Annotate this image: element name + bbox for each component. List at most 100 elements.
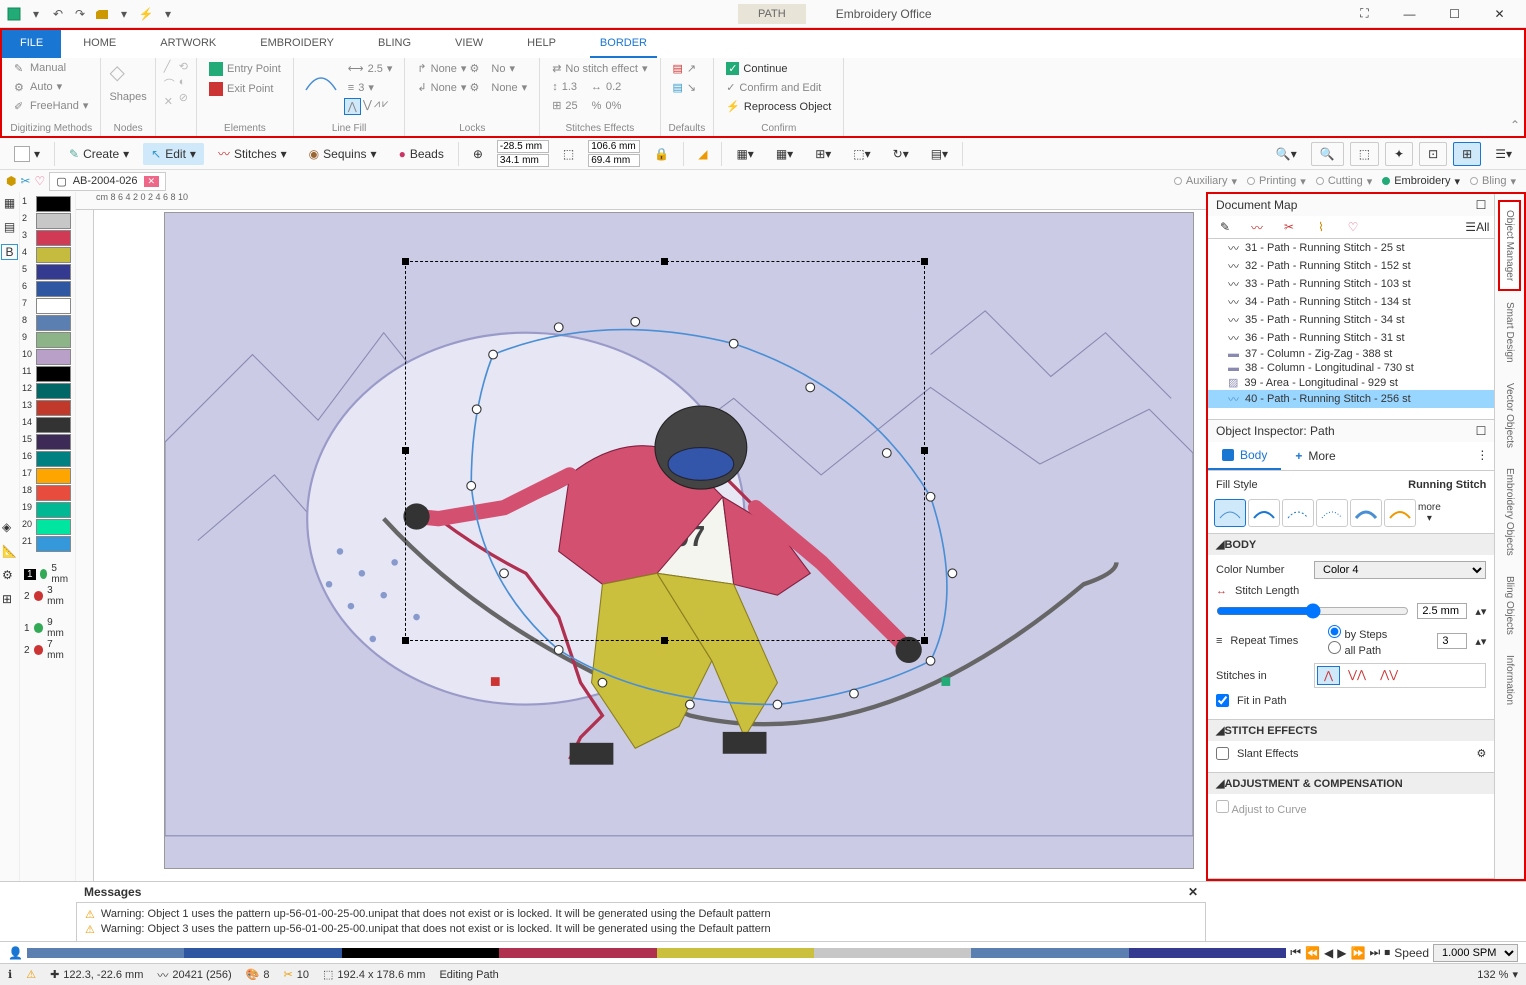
sip-1[interactable]: ⋀	[1317, 666, 1340, 685]
minimize-icon[interactable]: —	[1387, 0, 1432, 28]
color-swatch-15[interactable]	[36, 434, 71, 450]
rtab-information[interactable]: Information	[1499, 646, 1520, 714]
color-swatch-19[interactable]	[36, 502, 71, 518]
color-swatch-3[interactable]	[36, 230, 71, 246]
filter-all[interactable]: ☰ All	[1462, 218, 1492, 236]
color-swatch-12[interactable]	[36, 383, 71, 399]
color-swatch-4[interactable]	[36, 247, 71, 263]
xy-icon[interactable]: ⊕	[465, 143, 491, 165]
sect-body-header[interactable]: ◢ BODY	[1208, 534, 1494, 555]
insp-tab-body[interactable]: Body	[1208, 442, 1281, 470]
stitch-effect[interactable]: ⇄ No stitch effect ▾	[548, 60, 651, 77]
zoom-dropdown[interactable]: 🔍▾	[1268, 142, 1305, 166]
fullscreen-icon[interactable]: ⛶	[1342, 0, 1387, 28]
node-tool-1[interactable]: ╱	[164, 60, 175, 73]
node-tool-6[interactable]: ⊘	[179, 91, 188, 104]
repeat-spinner[interactable]: ▴▾	[1475, 635, 1486, 648]
doc-home-icon[interactable]: ⬢	[6, 174, 16, 188]
slant-check[interactable]	[1216, 747, 1229, 760]
pb-fwd[interactable]: ⏩	[1351, 946, 1366, 960]
sect-adj-header[interactable]: ◢ ADJUSTMENT & COMPENSATION	[1208, 773, 1494, 794]
color-swatch-7[interactable]	[36, 298, 71, 314]
docmap-max-icon[interactable]: ☐	[1476, 198, 1487, 212]
x1-input[interactable]	[497, 140, 549, 153]
auto-button[interactable]: ⚙Auto ▾	[10, 78, 92, 95]
fs-4[interactable]	[1316, 499, 1348, 527]
color-swatch-20[interactable]	[36, 519, 71, 535]
line-width[interactable]: ⟷ 2.5 ▾	[344, 60, 397, 77]
lt-7[interactable]: ⊞	[2, 592, 17, 606]
continue-button[interactable]: ✓Continue	[722, 60, 835, 77]
node-tool-4[interactable]: ⟲	[179, 60, 188, 73]
sip-2[interactable]: ⋁⋀	[1342, 666, 1372, 685]
pb-play[interactable]: ▶	[1337, 946, 1346, 960]
rtab-vector-objects[interactable]: Vector Objects	[1499, 374, 1520, 457]
manual-button[interactable]: ✎Manual	[10, 60, 92, 76]
line-style-2[interactable]: ⋁	[363, 98, 372, 115]
bead-2[interactable]: 27 mm	[24, 639, 71, 661]
status-zoom[interactable]: 132 % ▾	[1477, 968, 1518, 981]
selection-box[interactable]	[405, 261, 925, 641]
adjcurve-check[interactable]	[1216, 800, 1229, 813]
lt-5[interactable]: 📐	[2, 544, 17, 558]
fs-3[interactable]	[1282, 499, 1314, 527]
undo-icon[interactable]: ↶	[48, 4, 68, 24]
doc-close-icon[interactable]: ✕	[144, 176, 160, 187]
lock-start[interactable]: ↱ None ▾ ⚙	[413, 60, 483, 77]
se-v2[interactable]: ↔ 0.2	[587, 79, 625, 95]
fs-2[interactable]	[1248, 499, 1280, 527]
tab-home[interactable]: HOME	[61, 30, 138, 58]
edit-mode[interactable]: ↖Edit ▾	[143, 143, 204, 165]
fs-5[interactable]	[1350, 499, 1382, 527]
pb-prev-obj[interactable]: ⏮	[1290, 945, 1301, 960]
bead-1[interactable]: 19 mm	[24, 617, 71, 639]
shapes-icon[interactable]: ◇	[109, 60, 139, 90]
color-swatch-17[interactable]	[36, 468, 71, 484]
fs-6[interactable]	[1384, 499, 1416, 527]
fs-1[interactable]	[1214, 499, 1246, 527]
pb-back[interactable]: ◀	[1324, 946, 1333, 960]
color-swatch-13[interactable]	[36, 400, 71, 416]
save-dropdown[interactable]: ▾	[26, 4, 46, 24]
defaults-load[interactable]: ▤↘	[669, 79, 701, 96]
create-mode[interactable]: ✎Create ▾	[61, 143, 137, 165]
wh-icon[interactable]: ⬚	[555, 143, 582, 165]
stitchlen-slider[interactable]	[1216, 603, 1409, 619]
object-row[interactable]: 〰31 - Path - Running Stitch - 25 st	[1208, 239, 1494, 257]
y2-input[interactable]	[588, 154, 640, 167]
tool-transform[interactable]: ↻▾	[885, 143, 917, 165]
new-dropdown[interactable]: ▾	[6, 142, 48, 166]
object-row[interactable]: ▬38 - Column - Longitudinal - 730 st	[1208, 361, 1494, 375]
tab-help[interactable]: HELP	[505, 30, 578, 58]
mode-printing[interactable]: Printing ▾	[1247, 175, 1306, 188]
color-swatch-5[interactable]	[36, 264, 71, 280]
lt-6[interactable]: ⚙	[2, 568, 17, 582]
tab-view[interactable]: VIEW	[433, 30, 505, 58]
color-swatch-16[interactable]	[36, 451, 71, 467]
redo-icon[interactable]: ↷	[70, 4, 90, 24]
tab-bling[interactable]: BLING	[356, 30, 433, 58]
status-warn-icon[interactable]: ⚠	[26, 968, 36, 981]
lightning-icon[interactable]: ⚡	[136, 4, 156, 24]
shapes-label[interactable]: Shapes	[109, 91, 146, 103]
filter-hearts[interactable]: ♡	[1338, 218, 1368, 236]
color-swatch-2[interactable]	[36, 213, 71, 229]
object-row[interactable]: 〰36 - Path - Running Stitch - 31 st	[1208, 329, 1494, 347]
object-row[interactable]: ▬37 - Column - Zig-Zag - 388 st	[1208, 347, 1494, 361]
repeat-input[interactable]	[1437, 633, 1467, 649]
pb-rewind[interactable]: ⏪	[1305, 946, 1320, 960]
mode-bling[interactable]: Bling ▾	[1470, 175, 1516, 188]
open-dropdown[interactable]: ▾	[114, 4, 134, 24]
object-row[interactable]: 〰35 - Path - Running Stitch - 34 st	[1208, 311, 1494, 329]
se-v4[interactable]: % 0%	[588, 97, 626, 114]
mode-embroidery[interactable]: Embroidery ▾	[1382, 175, 1460, 188]
object-row[interactable]: 〰34 - Path - Running Stitch - 134 st	[1208, 293, 1494, 311]
view-tool-2[interactable]: ✦	[1385, 142, 1413, 166]
view-tool-3[interactable]: ⊡	[1419, 142, 1447, 166]
y1-input[interactable]	[497, 154, 549, 167]
line-repeats[interactable]: ≡ 3 ▾	[344, 79, 397, 96]
tab-artwork[interactable]: ARTWORK	[138, 30, 238, 58]
se-v3[interactable]: ⊞ 25	[548, 97, 581, 114]
allpath-radio[interactable]	[1328, 641, 1341, 654]
thread-2[interactable]: 23 mm	[24, 585, 71, 607]
